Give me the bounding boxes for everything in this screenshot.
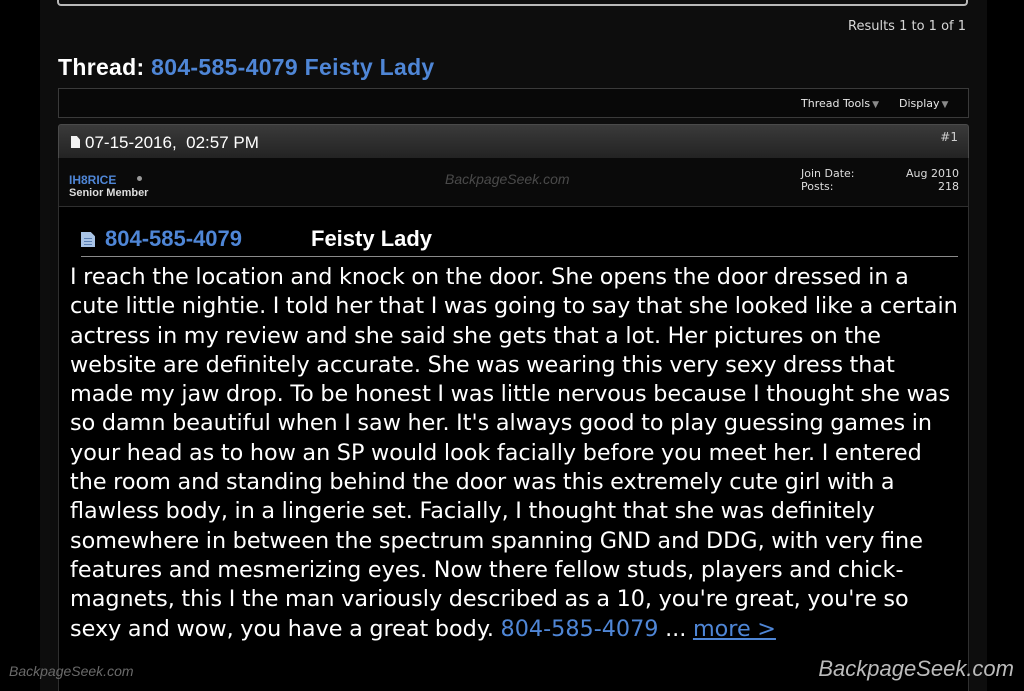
post-content: 804-585-4079 Feisty Lady I reach the loc… bbox=[58, 207, 969, 691]
page-title: Thread: 804-585-4079 Feisty Lady bbox=[58, 54, 435, 81]
post-user-info: IH8RICE Senior Member BackpageSeek.com J… bbox=[58, 158, 969, 207]
thread-title-link[interactable]: 804-585-4079 Feisty Lady bbox=[151, 54, 434, 80]
watermark-center: BackpageSeek.com bbox=[445, 171, 570, 187]
post-header: 07-15-2016, 02:57 PM #1 bbox=[58, 124, 969, 159]
display-menu[interactable]: Display ▼ bbox=[899, 97, 948, 110]
posts-value: 218 bbox=[938, 180, 959, 193]
display-label: Display bbox=[899, 97, 940, 110]
post-body-text: I reach the location and knock on the do… bbox=[70, 263, 962, 644]
posts-row: Posts: 218 bbox=[801, 180, 959, 193]
author-username-link[interactable]: IH8RICE bbox=[69, 173, 116, 187]
thread-toolbar: Thread Tools ▼ Display ▼ bbox=[58, 88, 969, 118]
thread-tools-menu[interactable]: Thread Tools ▼ bbox=[801, 97, 879, 110]
author-user-title: Senior Member bbox=[69, 187, 149, 199]
join-date-value: Aug 2010 bbox=[906, 167, 959, 180]
chevron-down-icon: ▼ bbox=[941, 100, 949, 110]
body-phone-link[interactable]: 804-585-4079 bbox=[501, 616, 659, 642]
results-count: Results 1 to 1 of 1 bbox=[848, 19, 966, 34]
post-document-icon bbox=[71, 136, 80, 148]
post-date: 07-15-2016, 02:57 PM bbox=[85, 133, 259, 152]
watermark-bottom-right: BackpageSeek.com bbox=[818, 656, 1014, 681]
search-results-frame bbox=[57, 0, 968, 6]
post-number-link[interactable]: #1 bbox=[940, 130, 958, 144]
posts-label: Posts: bbox=[801, 180, 834, 193]
offline-status-icon bbox=[137, 176, 142, 181]
post-title: 804-585-4079 Feisty Lady bbox=[81, 226, 958, 257]
author-stats: Join Date: Aug 2010 Posts: 218 bbox=[801, 167, 959, 193]
thread-label: Thread: bbox=[58, 54, 145, 80]
post-body-content: I reach the location and knock on the do… bbox=[70, 264, 958, 642]
watermark-bottom-left: BackpageSeek.com bbox=[9, 663, 134, 679]
more-link[interactable]: more > bbox=[693, 616, 776, 642]
post-title-icon bbox=[81, 232, 95, 247]
post-title-link[interactable]: 804-585-4079 bbox=[105, 226, 242, 252]
join-date-row: Join Date: Aug 2010 bbox=[801, 167, 959, 180]
chevron-down-icon: ▼ bbox=[872, 100, 879, 110]
post-title-text: Feisty Lady bbox=[311, 226, 433, 251]
join-date-label: Join Date: bbox=[801, 167, 855, 180]
ellipsis: ... bbox=[658, 615, 693, 642]
thread-tools-label: Thread Tools bbox=[801, 97, 871, 110]
